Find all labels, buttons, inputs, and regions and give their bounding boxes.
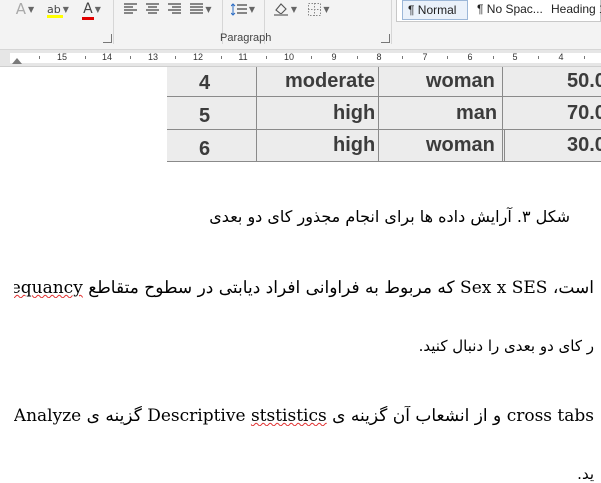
figure-caption: شکل ۳. آرایش داده ها برای انجام مجذور کا…: [209, 207, 570, 226]
table-cell-num: 6: [199, 138, 211, 160]
ruler-number: 13: [147, 52, 159, 62]
font-color-icon: A: [82, 1, 95, 20]
align-left-icon: [123, 3, 137, 14]
table-cell-level: high: [333, 134, 376, 156]
align-left-button[interactable]: [120, 0, 140, 18]
ruler-tick: [584, 56, 585, 59]
table-cell-value: 30.0: [567, 134, 601, 156]
scanned-table-image: 4 moderate woman 50.0 5 high man 70.0 6 …: [167, 67, 601, 162]
font-dialog-launcher-icon[interactable]: [103, 34, 112, 43]
table-cell-value: 50.0: [567, 70, 601, 92]
text-segment: که مربوط به فراوانی افراد دیابتی در سطوح…: [88, 278, 455, 298]
line-spacing-icon: [230, 2, 247, 16]
borders-icon: [308, 2, 322, 16]
table-cell-sex: woman: [426, 70, 495, 92]
ruler-tick: [266, 56, 267, 59]
align-right-button[interactable]: [164, 0, 184, 18]
paragraph-line-1: است، Sex x SES که مربوط به فراوانی افراد…: [14, 278, 594, 298]
paragraph-line-3: cross tabs و از انشعاب آن گزینه ی ststis…: [14, 406, 594, 426]
ruler-tick: [447, 56, 448, 59]
justify-button[interactable]: ▼: [186, 0, 216, 18]
styles-gallery: ¶ Normal ¶ No Spac... Heading 1: [396, 0, 601, 22]
ruler-tick: [175, 56, 176, 59]
ruler-tick: [221, 56, 222, 59]
style-no-spacing[interactable]: ¶ No Spac...: [472, 0, 544, 20]
table-divider: [502, 67, 503, 162]
ruler-number: 11: [238, 52, 248, 62]
style-normal[interactable]: ¶ Normal: [402, 0, 468, 20]
ribbon-separator: [113, 0, 114, 44]
align-center-icon: [145, 3, 159, 14]
ruler-tick: [493, 56, 494, 59]
text-segment: Analyze: [14, 406, 82, 426]
borders-button[interactable]: ▼: [304, 0, 334, 18]
paragraph-group-label: Paragraph: [220, 32, 272, 44]
ruler-tick: [311, 56, 312, 59]
text-segment: ر کای دو بعدی را دنبال کنید.: [418, 337, 594, 355]
ruler-number: 6: [467, 52, 473, 62]
ruler-number: 9: [331, 52, 337, 62]
table-divider: [167, 161, 601, 162]
text-segment: و از انشعاب آن گزینه ی: [332, 406, 502, 426]
table-cell-value: 70.0: [567, 102, 601, 124]
text-segment: Descriptive: [147, 406, 246, 426]
text-segment: cross tabs: [506, 406, 594, 426]
text-segment: گزینه ی: [86, 406, 142, 426]
table-cell-num: 5: [199, 105, 211, 127]
table-cell-num: 4: [199, 72, 211, 94]
table-cell-level: high: [333, 102, 376, 124]
horizontal-ruler[interactable]: 15 14 13 12 11 10 9 8 7 6 5 4: [0, 50, 601, 67]
highlight-icon: ab: [47, 3, 64, 18]
ruler-number: 7: [422, 52, 428, 62]
text-effects-button[interactable]: A ▼: [8, 0, 42, 18]
font-color-button[interactable]: A ▼: [76, 0, 108, 20]
text-segment: ید.: [577, 465, 594, 483]
text-segment: است،: [552, 278, 594, 298]
ruler-number: 12: [192, 52, 204, 62]
ruler-number: 14: [101, 52, 113, 62]
table-cell-sex: woman: [426, 134, 495, 156]
shading-icon: [273, 3, 288, 16]
text-effects-icon: A: [15, 0, 27, 18]
text-segment: Sex x SES: [460, 278, 548, 298]
ribbon: A ▼ ab ▼ A ▼ ▼ ▼ ▼ ▼ Paragraph ¶ Normal ¶ N…: [0, 0, 601, 50]
indent-marker-icon[interactable]: [12, 58, 22, 64]
paragraph-line-2: ر کای دو بعدی را دنبال کنید.: [14, 337, 594, 355]
document-page[interactable]: 4 moderate woman 50.0 5 high man 70.0 6 …: [0, 67, 601, 483]
ruler-tick: [130, 56, 131, 59]
ruler-tick: [85, 56, 86, 59]
table-divider: [167, 96, 601, 97]
ruler-number: 15: [56, 52, 68, 62]
line-spacing-button[interactable]: ▼: [228, 0, 258, 18]
ruler-number: 8: [376, 52, 382, 62]
align-right-icon: [167, 3, 181, 14]
table-cell-level: moderate: [285, 70, 376, 92]
table-divider: [504, 129, 505, 161]
table-divider: [167, 129, 601, 130]
ribbon-separator: [391, 0, 392, 44]
table-divider: [378, 67, 379, 162]
ruler-tick: [39, 56, 40, 59]
justify-icon: [190, 3, 204, 14]
shading-button[interactable]: ▼: [270, 0, 300, 18]
style-heading-1[interactable]: Heading 1: [546, 0, 601, 20]
ruler-number: 4: [558, 52, 564, 62]
ruler-tick: [402, 56, 403, 59]
table-cell-sex: man: [456, 102, 498, 124]
center-button[interactable]: [142, 0, 162, 18]
ruler-tick: [538, 56, 539, 59]
table-divider: [256, 67, 257, 162]
spelling-error-word[interactable]: ststistics: [251, 406, 327, 426]
ruler-number: 5: [512, 52, 518, 62]
ruler-number: 10: [283, 52, 295, 62]
spelling-error-word[interactable]: Frequancy: [14, 278, 83, 298]
paragraph-dialog-launcher-icon[interactable]: [381, 34, 390, 43]
paragraph-line-4: ید.: [14, 465, 594, 483]
highlight-button[interactable]: ab ▼: [42, 0, 74, 18]
ruler-tick: [357, 56, 358, 59]
